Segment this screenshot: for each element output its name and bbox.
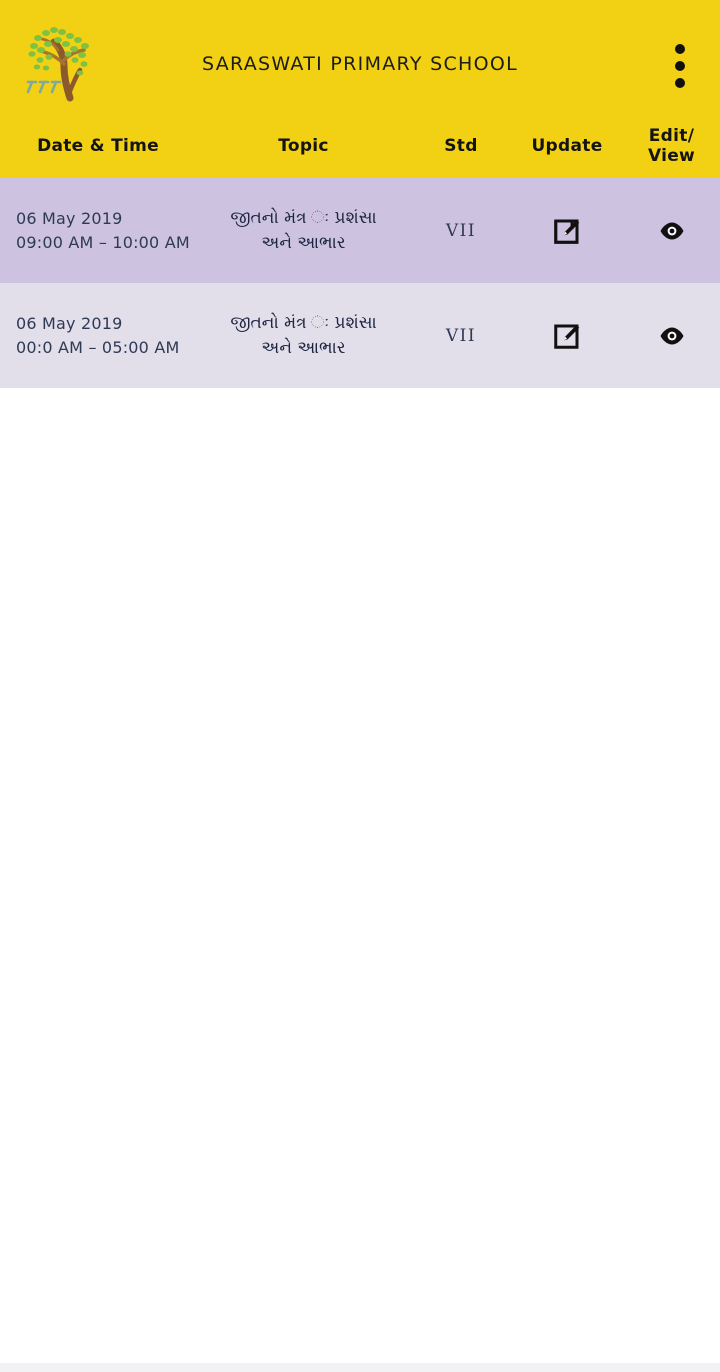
row-std: VII (445, 325, 477, 346)
cell-view (623, 178, 720, 283)
overflow-dot (675, 61, 685, 71)
status-bar (0, 0, 720, 12)
cell-std: VII (411, 283, 511, 388)
three-dot-overflow-icon[interactable] (658, 38, 702, 94)
column-header-topic: Topic (278, 135, 329, 156)
app-bar: SARASWATI PRIMARY SCHOOL (0, 12, 720, 115)
eye-icon[interactable] (652, 211, 692, 251)
row-time: 09:00 AM – 10:00 AM (16, 232, 190, 252)
column-header-edit-view-line2: View (647, 145, 696, 166)
row-topic-line1: જીતનો મંત્ર ઃ પ્રશંસા (230, 312, 377, 333)
cell-topic: જીતનો મંત્ર ઃ પ્રશંસા અને આભાર (196, 178, 411, 283)
table-body: 06 May 2019 09:00 AM – 10:00 AM જીતનો મં… (0, 178, 720, 388)
cell-update (511, 283, 623, 388)
row-std: VII (445, 220, 477, 241)
cell-std: VII (411, 178, 511, 283)
row-topic-line2: અને આભાર (261, 337, 346, 358)
edit-pencil-square-icon[interactable] (547, 211, 587, 251)
column-header-edit-view-line1: Edit/ (648, 126, 695, 147)
tree-logo-icon (18, 20, 106, 102)
cell-date-time: 06 May 2019 09:00 AM – 10:00 AM (0, 178, 196, 283)
edit-pencil-square-icon[interactable] (547, 316, 587, 356)
overflow-dot (675, 44, 685, 54)
table-header-row: Date & Time Topic Std Update Edit/ View (0, 115, 720, 178)
cell-date-time: 06 May 2019 00:0 AM – 05:00 AM (0, 283, 196, 388)
table-row[interactable]: 06 May 2019 09:00 AM – 10:00 AM જીતનો મં… (0, 178, 720, 283)
page-title: SARASWATI PRIMARY SCHOOL (201, 52, 518, 75)
row-date: 06 May 2019 (16, 208, 123, 228)
cell-topic: જીતનો મંત્ર ઃ પ્રશંસા અને આભાર (196, 283, 411, 388)
row-topic-line1: જીતનો મંત્ર ઃ પ્રશંસા (230, 207, 377, 228)
column-header-date-time: Date & Time (37, 135, 159, 156)
row-topic-line2: અને આભાર (261, 232, 346, 253)
column-header-std: Std (444, 135, 478, 156)
column-header-edit-view: Edit/ View (623, 115, 720, 178)
eye-icon[interactable] (652, 316, 692, 356)
table-row[interactable]: 06 May 2019 00:0 AM – 05:00 AM જીતનો મંત… (0, 283, 720, 388)
app-screen: SARASWATI PRIMARY SCHOOL Date & Time Top… (0, 0, 720, 1372)
row-time: 00:0 AM – 05:00 AM (16, 337, 180, 357)
cell-update (511, 178, 623, 283)
bottom-navigation-strip (0, 1363, 720, 1372)
row-date: 06 May 2019 (16, 313, 123, 333)
empty-content-area (0, 388, 720, 1363)
overflow-dot (675, 78, 685, 88)
column-header-update: Update (531, 135, 603, 156)
cell-view (623, 283, 720, 388)
